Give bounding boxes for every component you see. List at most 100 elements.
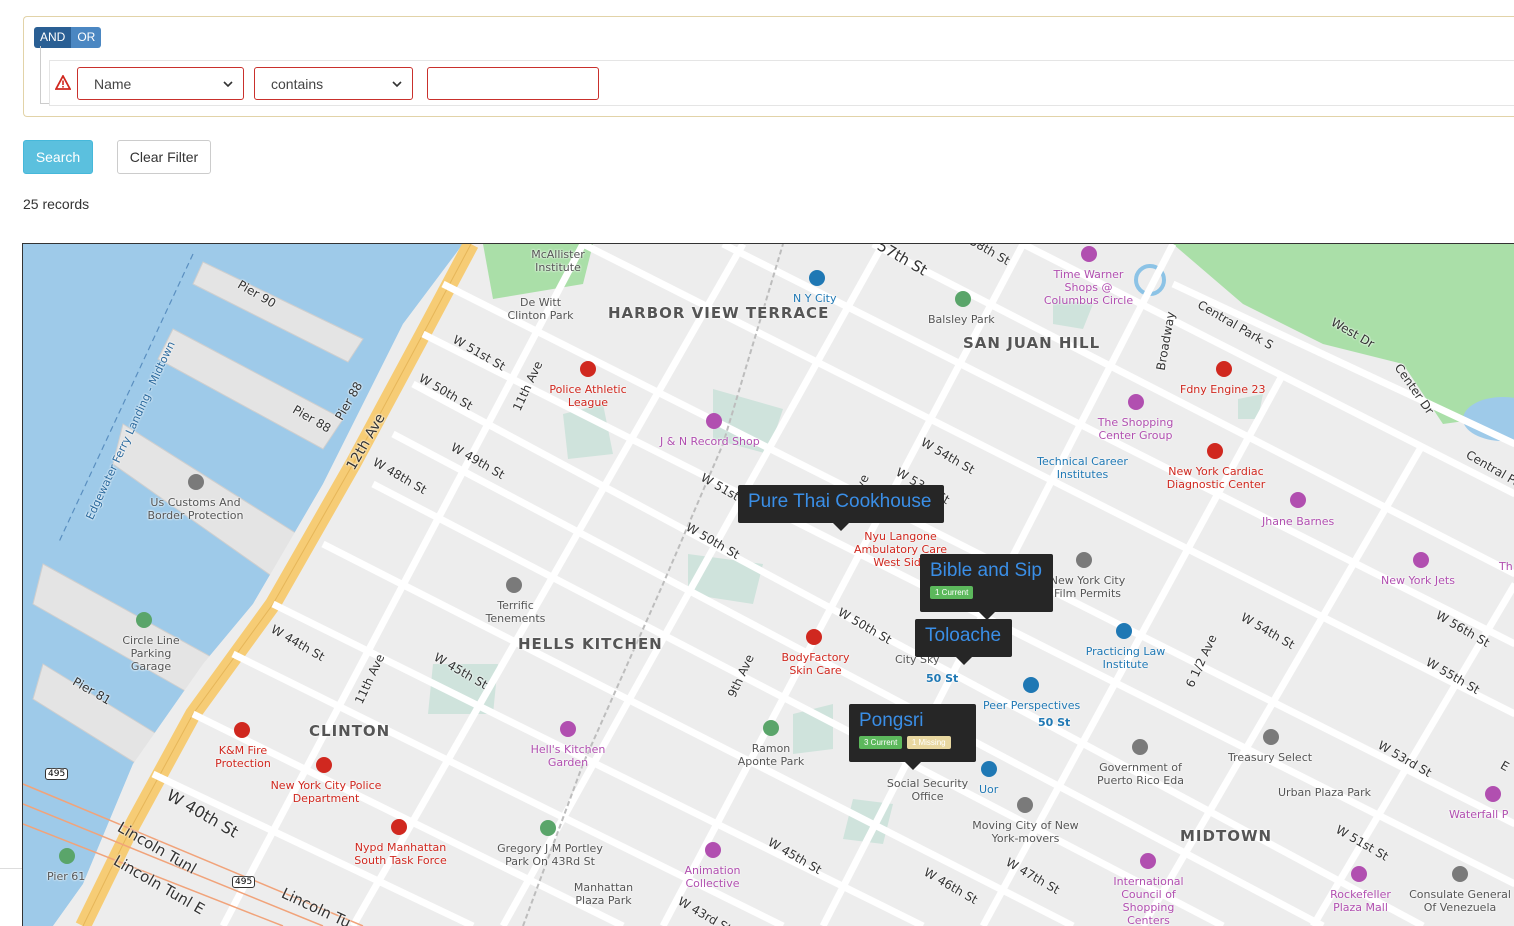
or-button[interactable]: OR	[71, 27, 102, 48]
poi-label[interactable]: Time Warner Shops @ Columbus Circle	[1041, 268, 1136, 307]
fire-icon[interactable]	[1216, 361, 1232, 377]
shopping-icon[interactable]	[705, 842, 721, 858]
poi-label[interactable]: Pier 61	[47, 870, 85, 883]
shopping-icon[interactable]	[1485, 786, 1501, 802]
poi-label[interactable]: K&M Fire Protection	[203, 744, 283, 770]
operator-select[interactable]: contains	[254, 67, 413, 100]
park-icon[interactable]	[540, 820, 556, 836]
poi-label[interactable]: J & N Record Shop	[660, 435, 760, 448]
poi-label[interactable]: 50 St	[1038, 716, 1070, 729]
missing-badge: 1 Missing	[906, 736, 951, 749]
operator-select-value: contains	[271, 75, 324, 92]
subway-icon[interactable]	[1116, 623, 1132, 639]
poi-label[interactable]: Animation Collective	[675, 864, 750, 890]
highway-shield: 495	[45, 768, 69, 780]
poi-label[interactable]: New York Jets	[1381, 574, 1455, 587]
poi-label[interactable]: Waterfall P	[1449, 808, 1508, 821]
poi-label[interactable]: Rockefeller Plaza Mall	[1323, 888, 1398, 914]
poi-label[interactable]: Peer Perspectives	[983, 699, 1080, 712]
map-marker-tooltip[interactable]: Pure Thai Cookhouse	[738, 485, 944, 531]
park-icon[interactable]	[763, 720, 779, 736]
field-select-value: Name	[94, 75, 132, 92]
poi-label[interactable]: Uor	[979, 783, 998, 796]
poi-label[interactable]: Gregory J M Portley Park On 43Rd St	[485, 842, 615, 868]
building-icon[interactable]	[1263, 729, 1279, 745]
poi-label[interactable]: Circle Line Parking Garage	[111, 634, 191, 673]
map-basemap	[23, 244, 1514, 926]
poi-label[interactable]: Social Security Office	[885, 777, 970, 803]
marker-name[interactable]: Pongsri	[859, 710, 966, 732]
poi-label[interactable]: Balsley Park	[928, 313, 995, 326]
search-button[interactable]: Search	[23, 140, 93, 174]
poi-label[interactable]: Moving City of New York-movers	[968, 819, 1083, 845]
police-icon[interactable]	[316, 757, 332, 773]
police-icon[interactable]	[391, 819, 407, 835]
building-icon[interactable]	[506, 577, 522, 593]
shopping-icon[interactable]	[560, 721, 576, 737]
building-icon[interactable]	[1076, 552, 1092, 568]
police-icon[interactable]	[580, 361, 596, 377]
hospital-icon[interactable]	[1207, 443, 1223, 459]
hospital-icon[interactable]	[806, 629, 822, 645]
poi-label[interactable]: New York Cardiac Diagnostic Center	[1161, 465, 1271, 491]
poi-label[interactable]: Consulate General Of Venezuela	[1405, 888, 1514, 914]
poi-label[interactable]: Manhattan Plaza Park	[566, 881, 641, 907]
and-button[interactable]: AND	[34, 27, 72, 48]
shopping-icon[interactable]	[1290, 492, 1306, 508]
subway-icon[interactable]	[809, 270, 825, 286]
shopping-icon[interactable]	[1081, 246, 1097, 262]
poi-label[interactable]: Ramon Aponte Park	[735, 742, 807, 768]
poi-label[interactable]: Treasury Select	[1228, 751, 1312, 764]
clear-filter-button[interactable]: Clear Filter	[117, 140, 211, 174]
poi-label[interactable]: N Y City	[793, 292, 837, 305]
poi-label[interactable]: New York City Police Department	[261, 779, 391, 805]
shopping-icon[interactable]	[706, 413, 722, 429]
shopping-icon[interactable]	[1413, 552, 1429, 568]
marker-name[interactable]: Pure Thai Cookhouse	[748, 491, 934, 513]
map-marker-tooltip[interactable]: Bible and Sip 1 Current	[920, 554, 1053, 620]
poi-label[interactable]: 50 St	[926, 672, 958, 685]
area-label: SAN JUAN HILL	[963, 334, 1101, 352]
poi-label[interactable]: Practicing Law Institute	[1083, 645, 1168, 671]
poi-label[interactable]: Jhane Barnes	[1262, 515, 1334, 528]
building-icon[interactable]	[1132, 739, 1148, 755]
poi-label[interactable]: Us Customs And Border Protection	[143, 496, 248, 522]
poi-label[interactable]: Police Athletic League	[543, 383, 633, 409]
building-icon[interactable]	[1452, 866, 1468, 882]
poi-label[interactable]: Hell's Kitchen Garden	[528, 743, 608, 769]
poi-label[interactable]: McAllister Institute	[523, 248, 593, 274]
shopping-icon[interactable]	[1140, 853, 1156, 869]
poi-label[interactable]: BodyFactory Skin Care	[773, 651, 858, 677]
poi-label[interactable]: De Witt Clinton Park	[503, 296, 578, 322]
park-icon[interactable]	[59, 848, 75, 864]
map-marker-tooltip[interactable]: Toloache	[915, 619, 1012, 665]
area-label: HARBOR VIEW TERRACE	[608, 304, 830, 322]
poi-label[interactable]: The Shopping Center Group	[1093, 416, 1178, 442]
building-icon[interactable]	[1017, 797, 1033, 813]
poi-label[interactable]: Nypd Manhattan South Task Force	[343, 841, 458, 867]
poi-label[interactable]: Technical Career Institutes	[1030, 455, 1135, 481]
map-marker-tooltip[interactable]: Pongsri 3 Current 1 Missing	[849, 704, 976, 770]
value-input[interactable]	[427, 67, 599, 100]
park-icon[interactable]	[136, 612, 152, 628]
condition-toggle: AND OR	[34, 27, 102, 48]
fire-icon[interactable]	[234, 722, 250, 738]
poi-label[interactable]: Government of Puerto Rico Eda	[1093, 761, 1188, 787]
park-icon[interactable]	[955, 291, 971, 307]
poi-label[interactable]: Terrific Tenements	[478, 599, 553, 625]
poi-label[interactable]: New York City Film Permits	[1045, 574, 1130, 600]
shopping-icon[interactable]	[1351, 866, 1367, 882]
poi-label[interactable]: International Council of Shopping Center…	[1101, 875, 1196, 926]
marker-name[interactable]: Bible and Sip	[930, 560, 1043, 582]
chevron-down-icon	[223, 80, 233, 87]
subway-icon[interactable]	[1023, 677, 1039, 693]
poi-label[interactable]: Th	[1499, 560, 1513, 573]
marker-name[interactable]: Toloache	[925, 625, 1002, 647]
map-view[interactable]: HARBOR VIEW TERRACE SAN JUAN HILL HELLS …	[22, 243, 1514, 926]
poi-label[interactable]: Urban Plaza Park	[1278, 786, 1371, 799]
poi-label[interactable]: Fdny Engine 23	[1180, 383, 1265, 396]
field-select[interactable]: Name	[77, 67, 244, 100]
shopping-icon[interactable]	[1128, 394, 1144, 410]
building-icon[interactable]	[188, 474, 204, 490]
subway-icon[interactable]	[981, 761, 997, 777]
